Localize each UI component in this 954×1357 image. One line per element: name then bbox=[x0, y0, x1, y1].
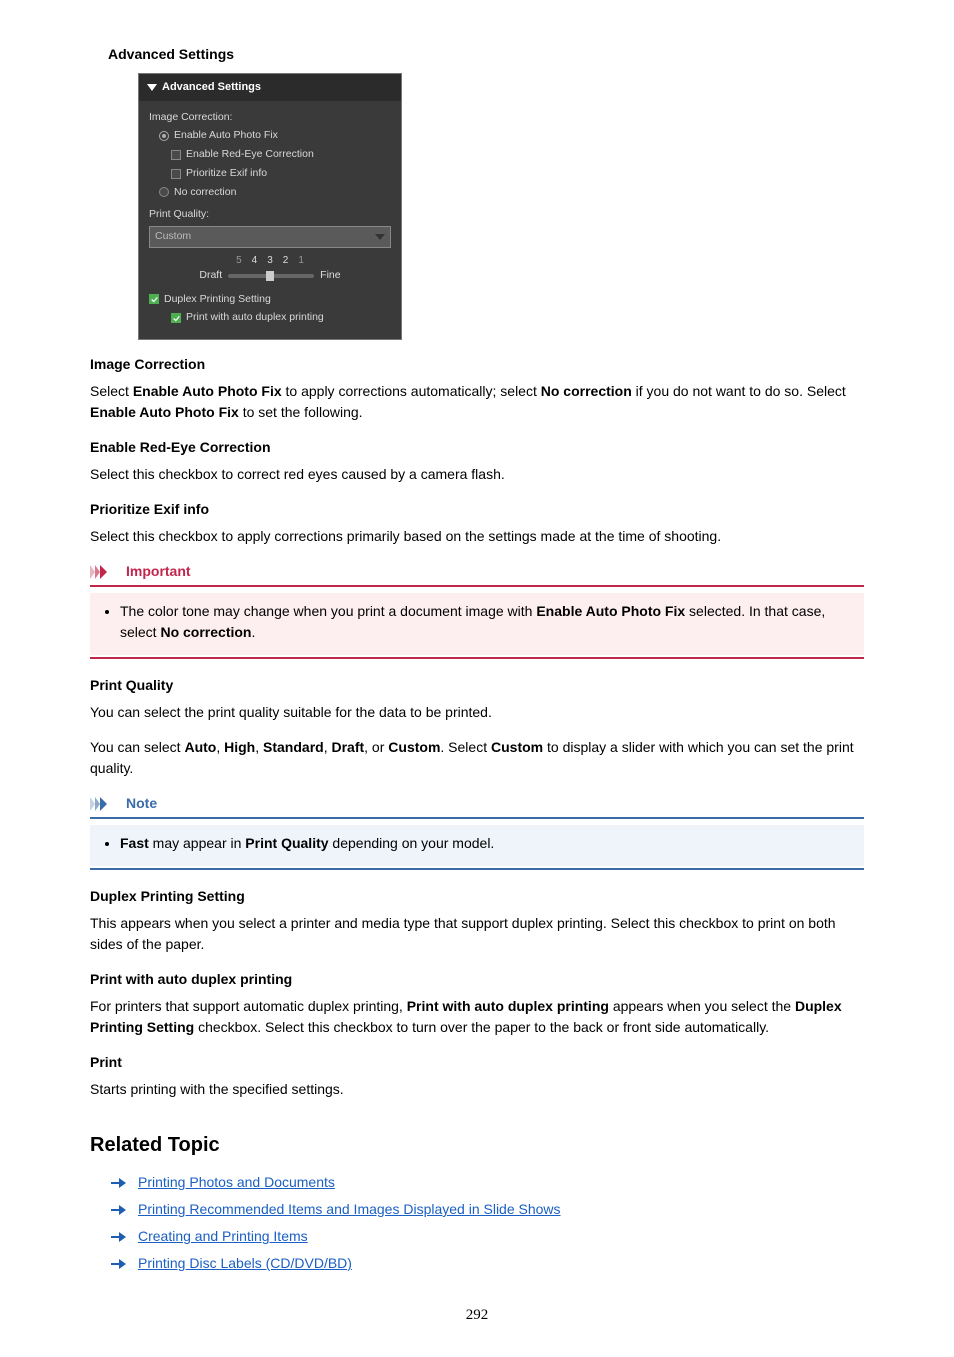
note-item: Fast may appear in Print Quality dependi… bbox=[120, 833, 852, 854]
slider-ticks: 5 4 3 2 1 bbox=[149, 253, 391, 268]
note-heading: Note bbox=[90, 793, 864, 814]
enable-red-eye-text: Select this checkbox to correct red eyes… bbox=[90, 464, 864, 485]
arrow-right-icon bbox=[110, 1231, 128, 1243]
dropdown-value: Custom bbox=[155, 229, 191, 245]
duplex-setting-text: This appears when you select a printer a… bbox=[90, 913, 864, 955]
radio-off-icon bbox=[159, 187, 169, 197]
checkbox-unchecked-icon bbox=[171, 169, 181, 179]
slider-draft-label: Draft bbox=[199, 268, 222, 284]
chevrons-icon bbox=[90, 797, 120, 811]
prioritize-exif-heading: Prioritize Exif info bbox=[90, 499, 864, 520]
arrow-right-icon bbox=[110, 1177, 128, 1189]
link-disc-labels[interactable]: Printing Disc Labels (CD/DVD/BD) bbox=[138, 1253, 352, 1274]
related-topic-heading: Related Topic bbox=[90, 1130, 864, 1160]
link-creating-printing[interactable]: Creating and Printing Items bbox=[138, 1226, 308, 1247]
checkbox-label: Enable Red-Eye Correction bbox=[186, 147, 314, 163]
prioritize-exif-text: Select this checkbox to apply correction… bbox=[90, 526, 864, 547]
checkbox-unchecked-icon bbox=[171, 150, 181, 160]
print-quality-label: Print Quality: bbox=[149, 207, 391, 223]
panel-header: Advanced Settings bbox=[139, 74, 401, 101]
enable-red-eye-checkbox[interactable]: Enable Red-Eye Correction bbox=[171, 147, 391, 163]
radio-label: No correction bbox=[174, 185, 236, 201]
enable-auto-photo-fix-radio[interactable]: Enable Auto Photo Fix bbox=[159, 128, 391, 144]
collapse-triangle-icon bbox=[147, 84, 157, 91]
important-heading: Important bbox=[90, 561, 864, 582]
arrow-right-icon bbox=[110, 1258, 128, 1270]
prioritize-exif-checkbox[interactable]: Prioritize Exif info bbox=[171, 166, 391, 182]
slider-fine-label: Fine bbox=[320, 268, 340, 284]
important-item: The color tone may change when you print… bbox=[120, 601, 852, 643]
print-auto-duplex-text: For printers that support automatic dupl… bbox=[90, 996, 864, 1038]
checkbox-checked-icon bbox=[171, 313, 181, 323]
image-correction-text: Select Enable Auto Photo Fix to apply co… bbox=[90, 381, 864, 423]
link-printing-recommended[interactable]: Printing Recommended Items and Images Di… bbox=[138, 1199, 561, 1220]
page-number: 292 bbox=[90, 1304, 864, 1327]
print-quality-dropdown[interactable]: Custom bbox=[149, 226, 391, 248]
arrow-right-icon bbox=[110, 1204, 128, 1216]
quality-slider[interactable]: 5 4 3 2 1 Draft Fine bbox=[149, 253, 391, 284]
chevrons-icon bbox=[90, 565, 120, 579]
advanced-settings-panel: Advanced Settings Image Correction: Enab… bbox=[138, 73, 402, 340]
no-correction-radio[interactable]: No correction bbox=[159, 185, 391, 201]
note-callout: Note Fast may appear in Print Quality de… bbox=[90, 793, 864, 870]
slider-track bbox=[228, 274, 314, 278]
chevron-down-icon bbox=[375, 234, 385, 240]
image-correction-heading: Image Correction bbox=[90, 354, 864, 375]
print-heading: Print bbox=[90, 1052, 864, 1073]
slider-thumb[interactable] bbox=[266, 271, 274, 281]
print-quality-heading: Print Quality bbox=[90, 675, 864, 696]
print-auto-duplex-checkbox[interactable]: Print with auto duplex printing bbox=[171, 310, 391, 326]
checkbox-label: Print with auto duplex printing bbox=[186, 310, 324, 326]
print-text: Starts printing with the specified setti… bbox=[90, 1079, 864, 1100]
important-callout: Important The color tone may change when… bbox=[90, 561, 864, 659]
advanced-settings-heading: Advanced Settings bbox=[108, 44, 864, 65]
checkbox-label: Duplex Printing Setting bbox=[164, 292, 271, 308]
print-auto-duplex-heading: Print with auto duplex printing bbox=[90, 969, 864, 990]
panel-title: Advanced Settings bbox=[162, 79, 261, 96]
print-quality-text-1: You can select the print quality suitabl… bbox=[90, 702, 864, 723]
radio-label: Enable Auto Photo Fix bbox=[174, 128, 278, 144]
radio-on-icon bbox=[159, 131, 169, 141]
print-quality-text-2: You can select Auto, High, Standard, Dra… bbox=[90, 737, 864, 779]
checkbox-label: Prioritize Exif info bbox=[186, 166, 267, 182]
image-correction-label: Image Correction: bbox=[149, 110, 391, 126]
enable-red-eye-heading: Enable Red-Eye Correction bbox=[90, 437, 864, 458]
duplex-printing-setting-checkbox[interactable]: Duplex Printing Setting bbox=[149, 292, 391, 308]
link-printing-photos[interactable]: Printing Photos and Documents bbox=[138, 1172, 335, 1193]
checkbox-checked-icon bbox=[149, 294, 159, 304]
duplex-setting-heading: Duplex Printing Setting bbox=[90, 886, 864, 907]
related-links-list: Printing Photos and Documents Printing R… bbox=[110, 1172, 864, 1274]
